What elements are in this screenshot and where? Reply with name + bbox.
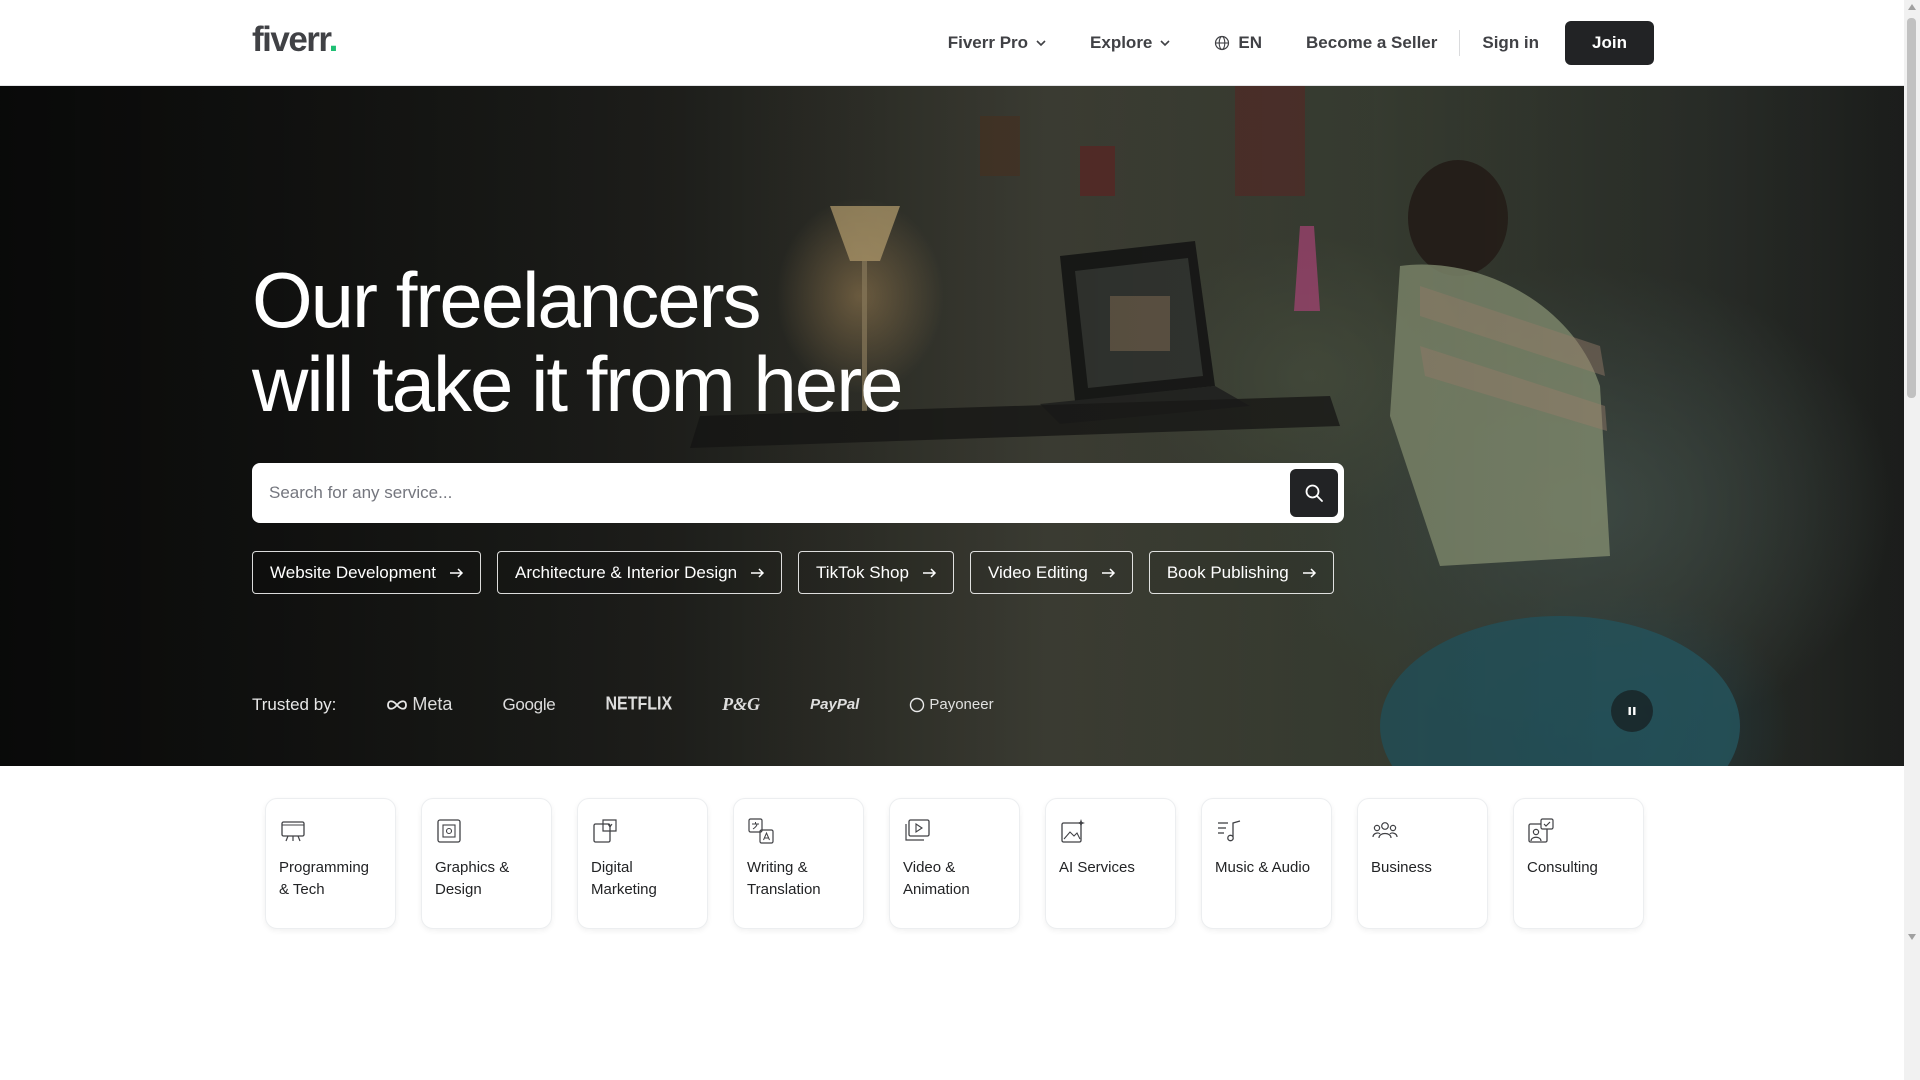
- category-label: Programming & Tech: [279, 859, 370, 898]
- pause-icon: [1628, 707, 1636, 715]
- category-label: Video & Animation: [903, 859, 970, 898]
- category-label: Writing & Translation: [747, 859, 821, 898]
- pg-logo: P&G: [722, 694, 761, 714]
- chip-book-publishing[interactable]: Book Publishing: [1148, 551, 1334, 594]
- nav-explore[interactable]: Explore: [1068, 21, 1192, 65]
- chevron-down-icon: [1036, 40, 1046, 47]
- category-consulting[interactable]: Consulting: [1513, 798, 1644, 929]
- category-cards: Programming & Tech Graphics & Design Dig…: [265, 798, 1644, 929]
- category-label: AI Services: [1059, 859, 1135, 876]
- nav-language-label: EN: [1238, 33, 1263, 52]
- logo-dot: .: [328, 20, 339, 59]
- code-monitor-icon: [281, 821, 305, 842]
- video-play-icon: [905, 819, 930, 841]
- nav-sign-in-label: Sign in: [1482, 33, 1540, 52]
- category-label: Business: [1371, 859, 1432, 876]
- category-label: Consulting: [1527, 859, 1598, 876]
- category-label: Digital Marketing: [591, 859, 657, 898]
- top-header: fiverr. Fiverr Pro Explore EN Become a S…: [0, 0, 1904, 86]
- category-programming-tech[interactable]: Programming & Tech: [265, 798, 396, 929]
- chip-tiktok-shop[interactable]: TikTok Shop: [798, 551, 954, 594]
- hero-title-line-2: will take it from here: [252, 340, 904, 428]
- popular-services: Website Development Architecture & Inter…: [252, 551, 1334, 594]
- translation-icon: [748, 818, 774, 844]
- payoneer-logo-text: Payoneer: [929, 696, 994, 713]
- globe-icon: [1215, 35, 1230, 51]
- arrow-right-icon: [751, 567, 765, 578]
- category-writing-translation[interactable]: Writing & Translation: [733, 798, 864, 929]
- people-group-icon: [1372, 822, 1398, 839]
- meta-logo-text: Meta: [412, 694, 453, 714]
- trusted-by: Trusted by: Meta Google NETFLIX P&G PayP…: [252, 694, 994, 715]
- category-ai-services[interactable]: AI Services: [1045, 798, 1176, 929]
- paypal-logo: PayPal: [810, 696, 860, 713]
- meta-logo: Meta: [386, 694, 452, 715]
- trusted-by-label: Trusted by:: [252, 694, 337, 714]
- music-note-icon: [1218, 820, 1241, 842]
- fiverr-logo[interactable]: fiverr.: [252, 20, 339, 60]
- chip-video-editing[interactable]: Video Editing: [969, 551, 1133, 594]
- payoneer-circle-icon: [910, 697, 925, 712]
- arrow-right-icon: [922, 567, 937, 578]
- logo-text: fiverr: [252, 20, 330, 59]
- search-button[interactable]: [1290, 469, 1338, 517]
- arrow-right-icon: [450, 567, 464, 578]
- hero-section: Our freelancers will take it from here W…: [0, 86, 1904, 766]
- search-bar: [252, 463, 1344, 523]
- category-label: Graphics & Design: [435, 859, 510, 898]
- arrow-right-icon: [1302, 567, 1316, 578]
- chip-architecture-interior-design[interactable]: Architecture & Interior Design: [497, 551, 783, 594]
- chip-label: Video Editing: [987, 562, 1088, 582]
- netflix-logo: NETFLIX: [605, 694, 673, 714]
- category-music-audio[interactable]: Music & Audio: [1201, 798, 1332, 929]
- chip-website-development[interactable]: Website Development: [252, 551, 481, 594]
- category-graphics-design[interactable]: Graphics & Design: [421, 798, 552, 929]
- nav-become-seller-label: Become a Seller: [1306, 33, 1438, 52]
- category-label: Music & Audio: [1215, 859, 1311, 876]
- scrollbar-thumb[interactable]: [1907, 18, 1916, 398]
- payoneer-logo: Payoneer: [909, 696, 994, 713]
- page-scrollbar[interactable]: [1904, 0, 1920, 1080]
- meta-infinity-icon: [387, 699, 408, 710]
- main-nav: Fiverr Pro Explore EN Become a Seller Si…: [926, 21, 1654, 65]
- search-input[interactable]: [269, 483, 1290, 503]
- nav-explore-label: Explore: [1090, 33, 1153, 52]
- design-tool-icon: [437, 819, 461, 843]
- category-business[interactable]: Business: [1357, 798, 1488, 929]
- chip-label: Website Development: [270, 562, 436, 582]
- google-logo: Google: [502, 694, 556, 714]
- nav-fiverr-pro-label: Fiverr Pro: [947, 33, 1029, 52]
- scroll-down-arrow-icon[interactable]: [1908, 934, 1916, 940]
- chip-label: Architecture & Interior Design: [515, 562, 738, 582]
- consulting-icon: [1528, 818, 1554, 843]
- marketing-icon: [593, 819, 617, 843]
- join-button[interactable]: Join: [1565, 21, 1654, 65]
- hero-title: Our freelancers will take it from here: [252, 256, 904, 428]
- scroll-up-arrow-icon[interactable]: [1908, 4, 1916, 10]
- nav-language[interactable]: EN: [1192, 21, 1284, 65]
- search-icon: [1305, 484, 1323, 502]
- chip-label: TikTok Shop: [816, 562, 909, 582]
- category-digital-marketing[interactable]: Digital Marketing: [577, 798, 708, 929]
- chevron-down-icon: [1160, 40, 1170, 47]
- chip-label: Book Publishing: [1166, 562, 1289, 582]
- nav-sign-in[interactable]: Sign in: [1460, 21, 1561, 65]
- ai-sparkle-icon: [1061, 819, 1085, 843]
- hero-title-line-1: Our freelancers: [252, 256, 762, 344]
- nav-become-seller[interactable]: Become a Seller: [1284, 21, 1459, 65]
- arrow-right-icon: [1101, 567, 1115, 578]
- nav-fiverr-pro[interactable]: Fiverr Pro: [926, 21, 1068, 65]
- video-pause-button[interactable]: [1611, 690, 1653, 732]
- category-video-animation[interactable]: Video & Animation: [889, 798, 1020, 929]
